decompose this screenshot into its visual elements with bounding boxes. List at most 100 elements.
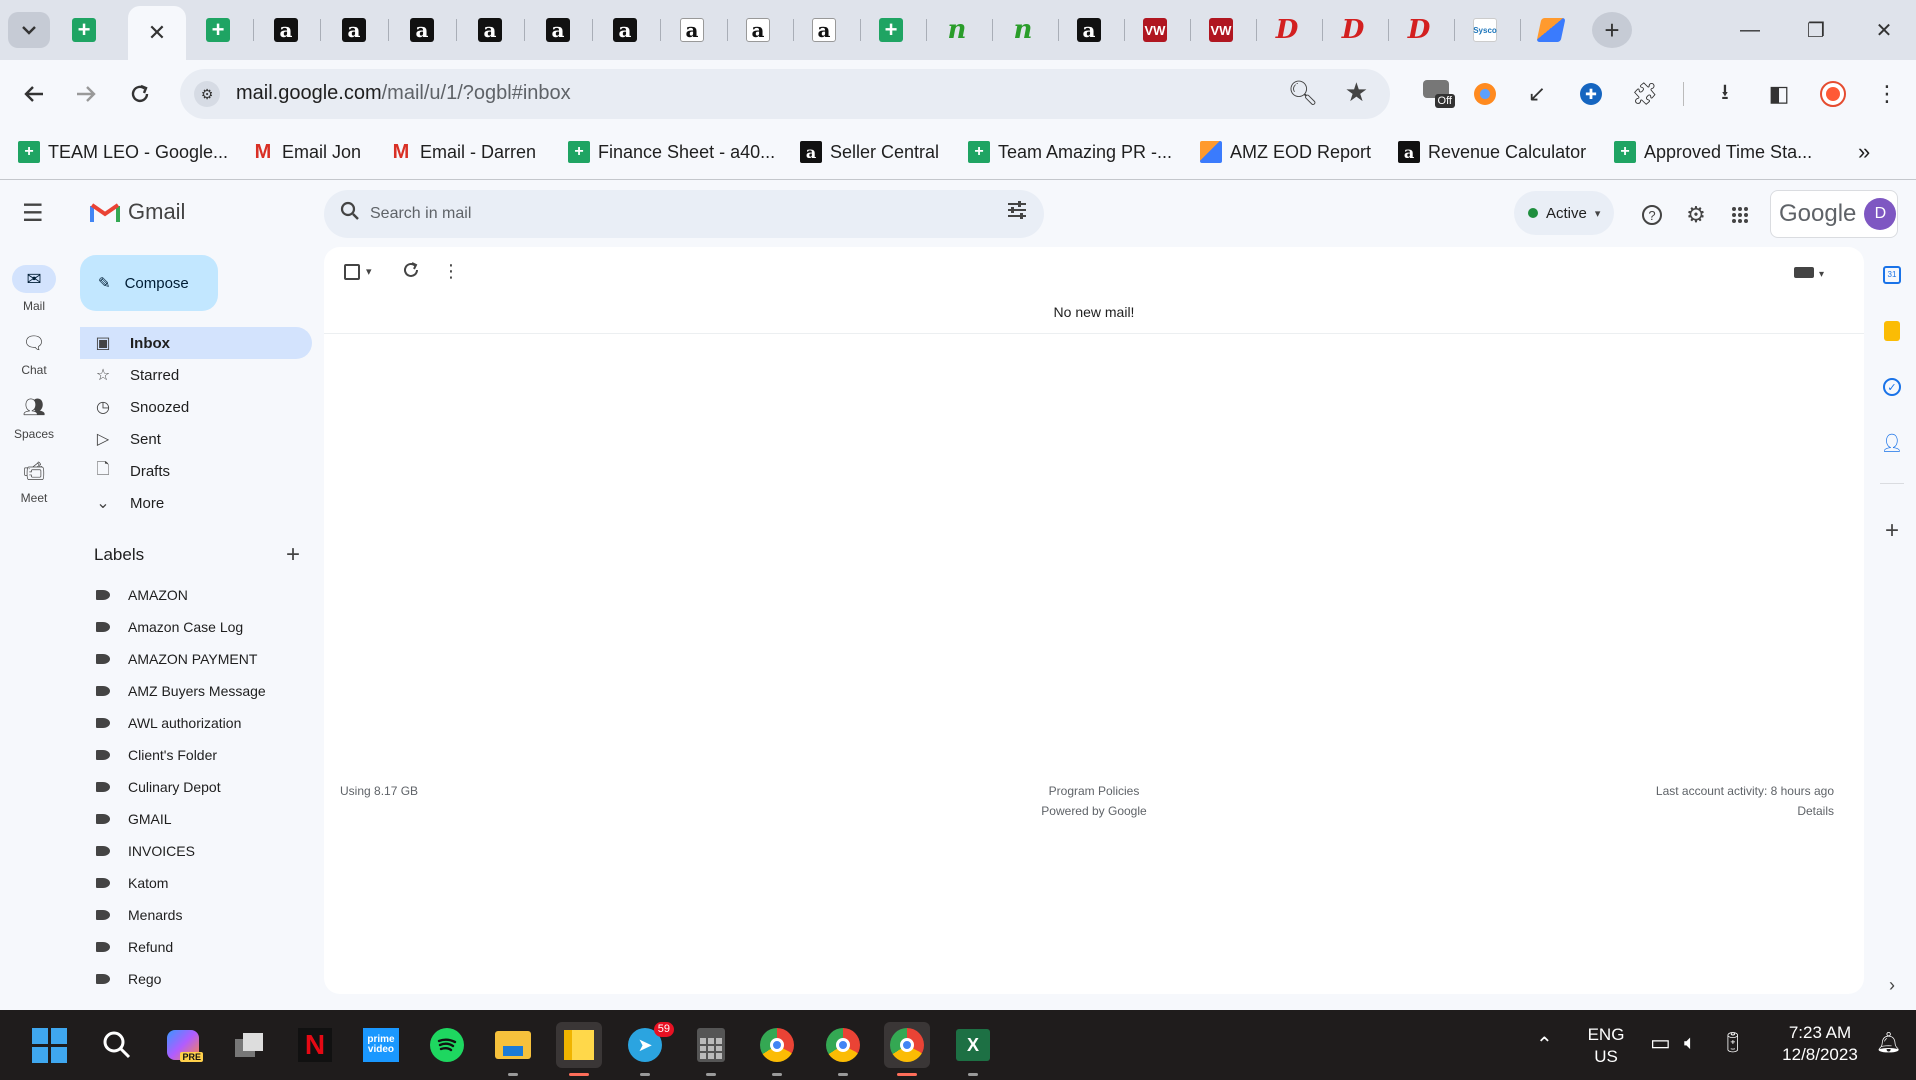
- select-all-checkbox[interactable]: [344, 264, 360, 280]
- nav-sent[interactable]: ▷ Sent: [80, 423, 312, 455]
- volume-icon[interactable]: 🔈︎: [1684, 1032, 1696, 1054]
- label-item[interactable]: INVOICES: [96, 839, 195, 863]
- chevron-right-icon[interactable]: ›: [1880, 973, 1904, 997]
- compose-button[interactable]: ✎ Compose: [80, 255, 218, 311]
- program-policies-link[interactable]: Program Policies: [324, 784, 1864, 798]
- label-item[interactable]: Client's Folder: [96, 743, 217, 767]
- tab[interactable]: a: [672, 12, 712, 48]
- tab[interactable]: a: [334, 12, 374, 48]
- keyboard-input-icon[interactable]: ▾: [1794, 261, 1824, 282]
- label-item[interactable]: AMAZON PAYMENT: [96, 647, 257, 671]
- tab[interactable]: n: [1003, 12, 1043, 48]
- refresh-icon[interactable]: [402, 261, 420, 284]
- label-item[interactable]: Menards: [96, 903, 182, 927]
- battery-icon[interactable]: 🔋︎: [1720, 1032, 1745, 1054]
- sticky-notes-button[interactable]: [556, 1022, 602, 1076]
- extension-orange-icon[interactable]: [1470, 79, 1500, 109]
- search-bar[interactable]: [324, 190, 1044, 238]
- download-icon[interactable]: ⭳: [1710, 79, 1740, 109]
- show-hidden-icons-chevron-icon[interactable]: ⌃: [1536, 1034, 1553, 1056]
- tab[interactable]: a: [804, 12, 844, 48]
- bookmark-item[interactable]: a Revenue Calculator: [1398, 138, 1586, 166]
- label-item[interactable]: Culinary Depot: [96, 775, 221, 799]
- tab-search-button[interactable]: [8, 12, 50, 48]
- extensions-puzzle-icon[interactable]: 🧩︎: [1630, 79, 1660, 109]
- chrome-button[interactable]: [754, 1022, 800, 1076]
- settings-gear-icon[interactable]: ⚙: [1682, 201, 1710, 229]
- add-addon-icon[interactable]: +: [1880, 517, 1904, 544]
- nav-drafts[interactable]: 🗋︎ Drafts: [80, 455, 312, 487]
- netflix-button[interactable]: N: [292, 1022, 338, 1068]
- tab[interactable]: a: [266, 12, 306, 48]
- tab[interactable]: a: [738, 12, 778, 48]
- bookmark-item[interactable]: M Email Jon: [252, 138, 361, 166]
- bookmark-item[interactable]: + Team Amazing PR -...: [968, 138, 1172, 166]
- tab[interactable]: +: [871, 12, 911, 48]
- rail-meet[interactable]: 📹︎ Meet: [0, 457, 68, 506]
- minimize-button[interactable]: —: [1728, 12, 1772, 48]
- bookmark-item[interactable]: + Finance Sheet - a40...: [568, 138, 775, 166]
- tab[interactable]: D: [1399, 12, 1439, 48]
- label-item[interactable]: Katom: [96, 871, 168, 895]
- new-tab-button[interactable]: +: [1592, 12, 1632, 48]
- status-button[interactable]: Active ▾: [1514, 191, 1615, 235]
- profile-avatar-icon[interactable]: [1818, 79, 1848, 109]
- bookmark-item[interactable]: a Seller Central: [800, 138, 939, 166]
- clock[interactable]: 7:23 AM 12/8/2023: [1770, 1022, 1870, 1066]
- tasks-icon[interactable]: ✓: [1880, 375, 1904, 399]
- nav-snoozed[interactable]: ◷ Snoozed: [80, 391, 312, 423]
- address-bar[interactable]: ⚙ mail.google.com/mail/u/1/?ogbl#inbox 🔍…: [180, 69, 1390, 119]
- address-url[interactable]: mail.google.com/mail/u/1/?ogbl#inbox: [236, 82, 571, 105]
- extension-blue-icon[interactable]: ✚: [1576, 79, 1606, 109]
- tab[interactable]: [1531, 12, 1571, 48]
- calculator-button[interactable]: [688, 1022, 734, 1076]
- prime-video-button[interactable]: prime video: [358, 1022, 404, 1068]
- copilot-button[interactable]: PRE: [160, 1022, 206, 1068]
- account-button[interactable]: Google D: [1770, 190, 1898, 238]
- task-view-button[interactable]: [226, 1022, 272, 1068]
- reload-button[interactable]: [120, 74, 160, 114]
- chrome-button[interactable]: [820, 1022, 866, 1076]
- label-item[interactable]: AMZ Buyers Message: [96, 679, 266, 703]
- bookmark-item[interactable]: + TEAM LEO - Google...: [18, 138, 228, 166]
- help-icon[interactable]: ?: [1638, 201, 1666, 229]
- label-item[interactable]: AWL authorization: [96, 711, 241, 735]
- browser-menu-icon[interactable]: ⋮: [1872, 79, 1902, 109]
- language-indicator[interactable]: ENG US: [1584, 1024, 1628, 1068]
- bookmark-star-icon[interactable]: ★: [1345, 77, 1368, 108]
- more-options-icon[interactable]: ⋮: [442, 261, 460, 282]
- add-label-icon[interactable]: +: [286, 541, 300, 569]
- label-item[interactable]: Refund: [96, 935, 173, 959]
- tab[interactable]: a: [538, 12, 578, 48]
- contacts-icon[interactable]: 👤︎: [1880, 431, 1904, 455]
- gmail-logo[interactable]: Gmail: [90, 199, 185, 225]
- search-icon[interactable]: [340, 201, 360, 227]
- label-item[interactable]: AMAZON: [96, 583, 188, 607]
- rail-mail[interactable]: ✉ Mail: [0, 265, 68, 313]
- tab[interactable]: a: [470, 12, 510, 48]
- search-input[interactable]: [370, 198, 970, 230]
- more-bookmarks-chevron-icon[interactable]: »: [1858, 138, 1870, 166]
- site-info-icon[interactable]: ⚙: [194, 81, 220, 107]
- bookmark-item[interactable]: M Email - Darren: [390, 138, 536, 166]
- telegram-button[interactable]: ➤ 59: [622, 1022, 674, 1076]
- bookmark-item[interactable]: AMZ EOD Report: [1200, 138, 1371, 166]
- nav-starred[interactable]: ☆ Starred: [80, 359, 312, 391]
- bookmark-item[interactable]: + Approved Time Sta...: [1614, 138, 1812, 166]
- tab[interactable]: a: [402, 12, 442, 48]
- label-item[interactable]: GMAIL: [96, 807, 172, 831]
- side-panel-icon[interactable]: ◧: [1764, 79, 1794, 109]
- extension-arrow-icon[interactable]: ↙: [1522, 79, 1552, 109]
- tab[interactable]: a: [1069, 12, 1109, 48]
- label-item[interactable]: Rego: [96, 967, 161, 991]
- tab[interactable]: Sysco: [1465, 12, 1505, 48]
- zoom-icon[interactable]: 🔍︎: [1288, 79, 1318, 108]
- tab[interactable]: D: [1267, 12, 1307, 48]
- tab[interactable]: +: [198, 12, 238, 48]
- select-dropdown-icon[interactable]: ▾: [366, 265, 372, 278]
- forward-button[interactable]: [66, 74, 106, 114]
- tab[interactable]: +: [64, 12, 104, 48]
- chrome-button-active[interactable]: [884, 1022, 930, 1076]
- apps-grid-icon[interactable]: [1726, 201, 1754, 229]
- excel-button[interactable]: X: [950, 1022, 996, 1076]
